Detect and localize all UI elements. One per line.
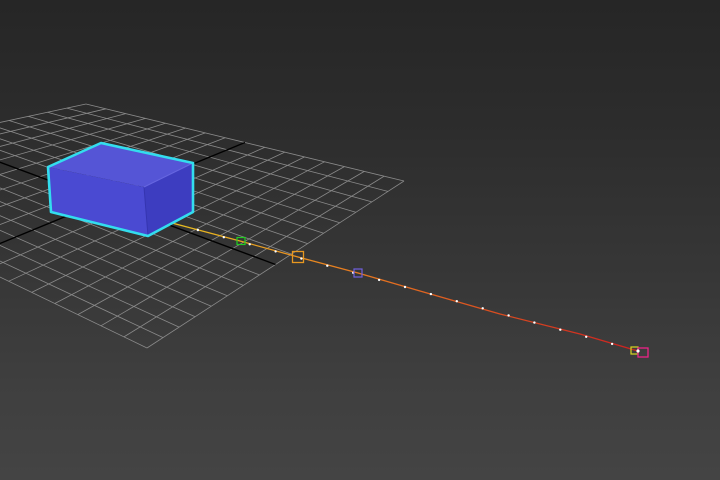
trajectory-frame-tick [559,328,562,331]
viewport-canvas[interactable] [0,0,720,480]
trajectory-frame-tick [533,321,536,324]
home-grid [0,103,405,349]
trajectory-frame-tick [610,342,614,346]
trajectory-frame-tick [455,300,458,303]
keyframe-marker-end-magenta[interactable] [637,347,649,358]
trajectory-frame-tick [585,335,588,338]
trajectory-frame-tick [403,285,407,289]
trajectory-frame-tick [429,292,433,296]
trajectory-frame-tick [377,278,381,282]
trajectory-frame-tick [326,264,329,267]
trajectory-frame-tick [507,314,510,317]
trajectory-frame-tick [222,236,225,239]
trajectory-frame-tick [481,307,484,310]
trajectory-end-point [636,349,640,353]
perspective-viewport[interactable] [0,0,720,480]
trajectory-path[interactable] [171,222,639,352]
trajectory-frame-tick [274,250,277,253]
trajectory-frame-tick [196,228,200,232]
trajectory-frame-tick [300,257,303,260]
trajectory-frame-tick [248,243,251,246]
box-object-selected[interactable] [46,141,195,238]
